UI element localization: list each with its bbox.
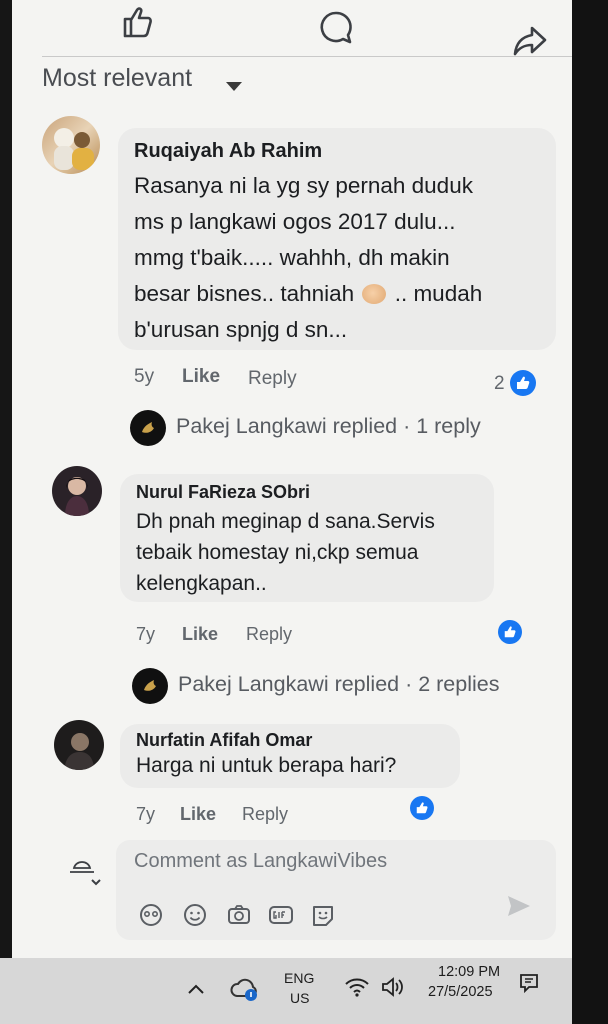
comment-text-line: ms p langkawi ogos 2017 dulu... bbox=[134, 209, 456, 234]
thumbs-up-icon bbox=[504, 626, 516, 638]
chevron-up-icon[interactable] bbox=[186, 982, 206, 996]
like-button[interactable]: Like bbox=[180, 804, 216, 825]
comment-timestamp[interactable]: 7y bbox=[136, 624, 155, 645]
sort-dropdown-label[interactable]: Most relevant bbox=[42, 64, 192, 93]
comment-text-line: Dh pnah meginap d sana.Servis bbox=[136, 510, 435, 533]
monitor-bezel-right bbox=[572, 0, 608, 1024]
sticker-icon[interactable] bbox=[138, 902, 164, 928]
replies-summary: Pakej Langkawi replied · 2 replies bbox=[178, 672, 500, 696]
input-language[interactable]: ENG bbox=[284, 970, 314, 986]
cloud-status-icon[interactable] bbox=[230, 976, 260, 1004]
comment-author[interactable]: Ruqaiyah Ab Rahim bbox=[134, 140, 322, 163]
page-avatar bbox=[132, 668, 168, 704]
comment-author[interactable]: Nurul FaRieza SObri bbox=[136, 482, 310, 503]
facebook-comments-panel: Most relevant Ruqaiyah Ab Rahim Rasanya … bbox=[12, 0, 572, 958]
like-icon[interactable] bbox=[116, 2, 156, 42]
monitor-bezel-left bbox=[0, 0, 12, 1024]
reaction-count[interactable]: 2 bbox=[494, 373, 505, 395]
post-action-bar bbox=[12, 0, 572, 62]
comment-text-line: kelengkapan.. bbox=[136, 572, 267, 595]
comment-text-fragment: .. mudah bbox=[394, 281, 483, 306]
send-icon[interactable] bbox=[506, 894, 532, 918]
like-button[interactable]: Like bbox=[182, 624, 218, 645]
like-button[interactable]: Like bbox=[182, 366, 220, 388]
comment-author[interactable]: Nurfatin Afifah Omar bbox=[136, 730, 312, 751]
avatar[interactable] bbox=[54, 720, 104, 770]
comment-text-line: mmg t'baik..... wahhh, dh makin bbox=[134, 245, 450, 270]
action-bar-divider bbox=[42, 56, 572, 57]
avatar[interactable] bbox=[42, 116, 100, 174]
page-logo-icon bbox=[142, 422, 154, 433]
comment-input-placeholder: Comment as LangkawiVibes bbox=[134, 850, 388, 872]
view-replies-link[interactable]: Pakej Langkawi replied · 2 replies bbox=[132, 668, 552, 704]
reply-label: Reply bbox=[248, 368, 297, 389]
reply-button[interactable]: Reply bbox=[248, 368, 297, 390]
avatar-photo bbox=[64, 733, 94, 770]
avatar[interactable] bbox=[52, 466, 102, 516]
thumbs-up-icon bbox=[517, 376, 530, 389]
comment-timestamp[interactable]: 5y bbox=[134, 366, 154, 388]
gif-icon[interactable] bbox=[268, 902, 294, 928]
clock-date[interactable]: 27/5/2025 bbox=[428, 984, 493, 1000]
avatar-sticker-icon[interactable] bbox=[310, 902, 336, 928]
volume-icon[interactable] bbox=[380, 976, 406, 998]
input-region[interactable]: US bbox=[290, 990, 309, 1006]
like-reaction-icon[interactable] bbox=[410, 796, 434, 820]
reply-button[interactable]: Reply bbox=[246, 624, 292, 645]
avatar-photo bbox=[65, 477, 89, 516]
comment-icon[interactable] bbox=[316, 8, 356, 48]
like-reaction-icon[interactable] bbox=[498, 620, 522, 644]
wifi-icon[interactable] bbox=[344, 976, 370, 998]
avatar-photo bbox=[54, 128, 94, 170]
emoji-icon[interactable] bbox=[182, 902, 208, 928]
comment-text-line: tebaik homestay ni,ckp semua bbox=[136, 541, 419, 564]
camera-icon[interactable] bbox=[226, 902, 252, 928]
thumbs-up-icon bbox=[416, 802, 428, 814]
view-replies-link[interactable]: Pakej Langkawi replied · 1 reply bbox=[130, 410, 550, 448]
like-label: Like bbox=[182, 624, 219, 644]
clock-time[interactable]: 12:09 PM bbox=[438, 964, 500, 980]
commenter-avatar-icon[interactable] bbox=[66, 844, 110, 888]
reply-button[interactable]: Reply bbox=[242, 804, 288, 825]
system-taskbar: ENG US 12:09 PM 27/5/2025 bbox=[0, 958, 572, 1024]
comment-text-line: Harga ni untuk berapa hari? bbox=[136, 754, 397, 777]
comment-text-fragment: besar bisnes.. tahniah bbox=[134, 281, 355, 306]
like-label: Like bbox=[182, 366, 221, 387]
like-label: Like bbox=[180, 804, 217, 824]
notification-icon[interactable] bbox=[518, 972, 540, 994]
like-reaction-icon[interactable] bbox=[510, 370, 536, 396]
replies-summary: Pakej Langkawi replied · 1 reply bbox=[176, 414, 481, 438]
page-avatar bbox=[130, 410, 166, 446]
comment-timestamp[interactable]: 7y bbox=[136, 804, 155, 825]
comment-text-line: b'urusan spnjg d sn... bbox=[134, 317, 348, 342]
reply-label: Reply bbox=[242, 804, 289, 824]
page-logo-icon bbox=[144, 680, 156, 691]
comment-text-line: besar bisnes.. tahniah .. mudah bbox=[134, 276, 482, 312]
comment-text-line: Rasanya ni la yg sy pernah duduk bbox=[134, 173, 473, 198]
clapping-hands-emoji-icon bbox=[362, 284, 387, 304]
reply-label: Reply bbox=[246, 624, 293, 644]
chevron-down-icon[interactable] bbox=[226, 82, 242, 91]
